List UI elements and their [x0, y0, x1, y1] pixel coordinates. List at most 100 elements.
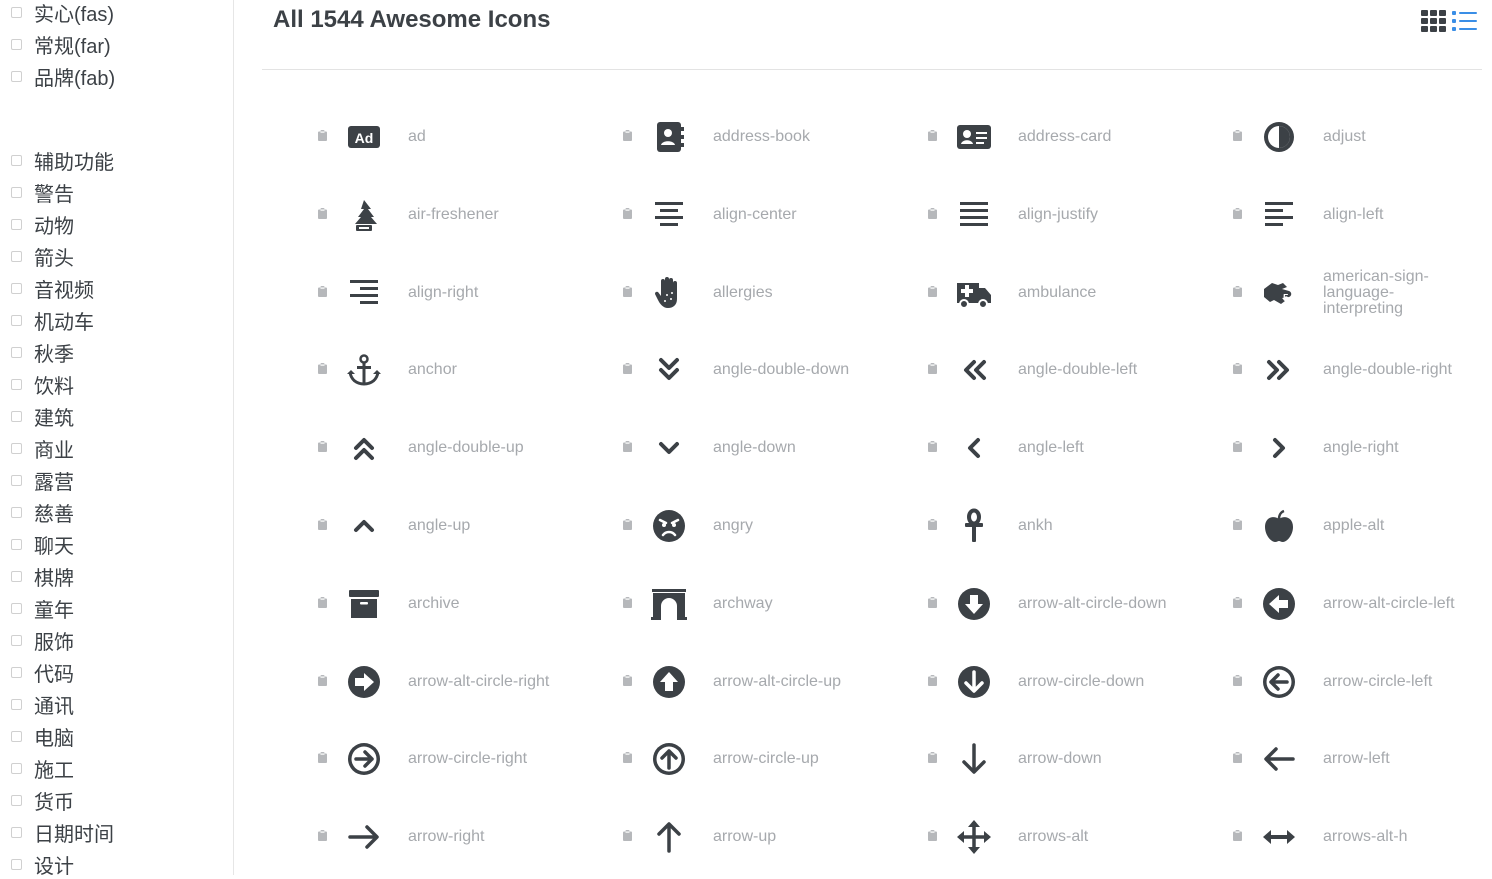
checkbox[interactable]: [11, 282, 22, 294]
icon-card[interactable]: arrow-alt-circle-up: [623, 652, 923, 712]
icon-card[interactable]: arrows-alt: [928, 807, 1228, 867]
copy-icon[interactable]: [928, 750, 937, 764]
copy-icon[interactable]: [623, 128, 632, 141]
filter-category[interactable]: 电脑: [11, 723, 74, 751]
filter-category[interactable]: 辅助功能: [11, 146, 114, 174]
copy-icon[interactable]: [318, 284, 327, 297]
filter-category[interactable]: 日期时间: [11, 819, 114, 847]
icon-card[interactable]: align-center: [623, 185, 923, 245]
copy-icon[interactable]: [1233, 595, 1242, 608]
filter-category[interactable]: 棋牌: [11, 563, 74, 591]
copy-icon[interactable]: [928, 673, 937, 686]
copy-icon[interactable]: [928, 595, 937, 608]
copy-icon[interactable]: [623, 828, 632, 842]
icon-card[interactable]: angle-right: [1233, 418, 1492, 478]
icon-card[interactable]: apple-alt: [1233, 496, 1492, 556]
icon-card[interactable]: arrow-alt-circle-right: [318, 652, 618, 712]
icon-card[interactable]: align-justify: [928, 185, 1228, 245]
checkbox[interactable]: [11, 699, 22, 711]
checkbox[interactable]: [11, 506, 22, 518]
copy-icon[interactable]: [623, 517, 632, 530]
copy-icon[interactable]: [318, 595, 327, 608]
checkbox[interactable]: [11, 474, 22, 486]
icon-card[interactable]: arrow-circle-down: [928, 652, 1228, 712]
icon-card[interactable]: angle-double-down: [623, 340, 923, 400]
copy-icon[interactable]: [318, 361, 327, 375]
copy-icon[interactable]: [928, 361, 937, 375]
icon-card[interactable]: 5 american-sign-language-interpreting: [1233, 263, 1492, 323]
list-view-icon[interactable]: [1452, 10, 1477, 32]
icon-card[interactable]: address-card: [928, 107, 1228, 167]
icon-card[interactable]: arrow-alt-circle-down: [928, 574, 1228, 634]
icon-card[interactable]: arrow-left: [1233, 729, 1492, 789]
icon-card[interactable]: arrow-circle-left: [1233, 652, 1492, 712]
copy-icon[interactable]: [1233, 673, 1242, 686]
checkbox[interactable]: [11, 314, 22, 326]
copy-icon[interactable]: [1233, 517, 1242, 530]
checkbox[interactable]: [11, 186, 22, 198]
icon-card[interactable]: arrow-up: [623, 807, 923, 867]
copy-icon[interactable]: [623, 439, 632, 453]
checkbox[interactable]: [11, 603, 22, 615]
checkbox[interactable]: [11, 538, 22, 550]
icon-card[interactable]: arrow-circle-right: [318, 729, 618, 789]
icon-card[interactable]: arrows-alt-h: [1233, 807, 1492, 867]
copy-icon[interactable]: [623, 673, 632, 686]
copy-icon[interactable]: [1233, 284, 1242, 297]
copy-icon[interactable]: [928, 439, 937, 453]
filter-category[interactable]: 机动车: [11, 306, 94, 334]
copy-icon[interactable]: [1233, 750, 1242, 764]
filter-category[interactable]: 音视频: [11, 274, 94, 302]
checkbox[interactable]: [11, 667, 22, 679]
copy-icon[interactable]: [928, 517, 937, 530]
icon-card[interactable]: Ad ad: [318, 107, 618, 167]
checkbox[interactable]: [11, 346, 22, 358]
checkbox[interactable]: [11, 154, 22, 166]
icon-card[interactable]: archive: [318, 574, 618, 634]
copy-icon[interactable]: [1233, 206, 1242, 219]
filter-category[interactable]: 商业: [11, 434, 74, 462]
checkbox[interactable]: [11, 70, 22, 82]
checkbox[interactable]: [11, 442, 22, 454]
icon-card[interactable]: arrow-right: [318, 807, 618, 867]
checkbox[interactable]: [11, 38, 22, 50]
grid-view-icon[interactable]: [1421, 10, 1446, 32]
filter-category[interactable]: 代码: [11, 659, 74, 687]
filter-style-far[interactable]: 常规(far): [11, 30, 111, 58]
copy-icon[interactable]: [623, 284, 632, 297]
filter-category[interactable]: 施工: [11, 755, 74, 783]
checkbox[interactable]: [11, 6, 22, 18]
checkbox[interactable]: [11, 859, 22, 871]
filter-category[interactable]: 服饰: [11, 627, 74, 655]
copy-icon[interactable]: [928, 284, 937, 297]
icon-card[interactable]: ambulance: [928, 263, 1228, 323]
checkbox[interactable]: [11, 763, 22, 775]
copy-icon[interactable]: [623, 750, 632, 764]
filter-style-fab[interactable]: 品牌(fab): [11, 62, 115, 90]
copy-icon[interactable]: [318, 673, 327, 686]
copy-icon[interactable]: [623, 206, 632, 219]
icon-card[interactable]: angle-left: [928, 418, 1228, 478]
copy-icon[interactable]: [318, 517, 327, 530]
filter-category[interactable]: 货币: [11, 787, 74, 815]
checkbox[interactable]: [11, 795, 22, 807]
copy-icon[interactable]: [1233, 361, 1242, 375]
checkbox[interactable]: [11, 218, 22, 230]
icon-card[interactable]: ankh: [928, 496, 1228, 556]
copy-icon[interactable]: [318, 206, 327, 219]
copy-icon[interactable]: [318, 750, 327, 764]
filter-category[interactable]: 饮料: [11, 370, 74, 398]
copy-icon[interactable]: [623, 595, 632, 608]
copy-icon[interactable]: [1233, 828, 1242, 842]
filter-category[interactable]: 警告: [11, 178, 74, 206]
copy-icon[interactable]: [928, 128, 937, 141]
icon-card[interactable]: angle-up: [318, 496, 618, 556]
copy-icon[interactable]: [928, 828, 937, 842]
icon-card[interactable]: angle-down: [623, 418, 923, 478]
filter-category[interactable]: 聊天: [11, 530, 74, 558]
checkbox[interactable]: [11, 635, 22, 647]
filter-category[interactable]: 秋季: [11, 338, 74, 366]
copy-icon[interactable]: [928, 206, 937, 219]
icon-card[interactable]: archway: [623, 574, 923, 634]
icon-card[interactable]: arrow-circle-up: [623, 729, 923, 789]
